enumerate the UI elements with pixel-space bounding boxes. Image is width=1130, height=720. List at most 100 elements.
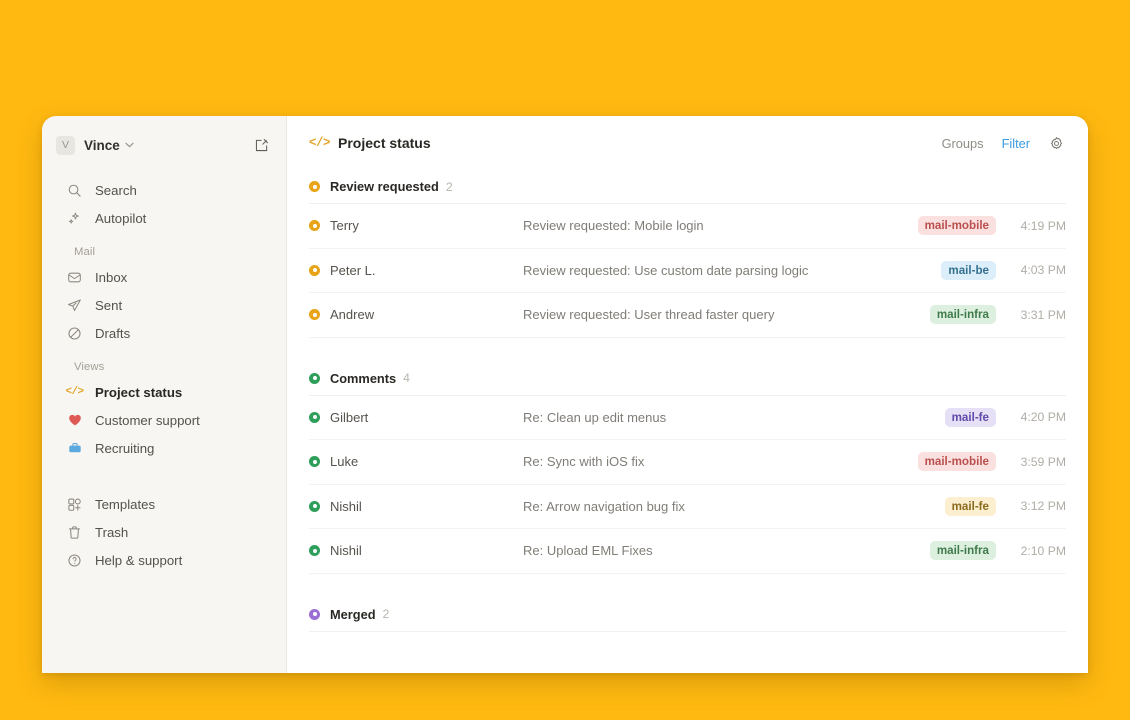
status-dot-icon [309,181,320,192]
avatar: V [56,136,75,155]
row-sender: Gilbert [330,410,523,425]
row-timestamp: 2:10 PM [1010,544,1066,558]
status-dot-icon [309,609,320,620]
templates-icon [66,496,83,513]
status-badge[interactable]: mail-fe [945,408,996,427]
group-header[interactable]: Review requested2 [309,170,1066,204]
status-dot-icon [309,412,320,423]
sidebar-item-project-status[interactable]: </> Project status [50,378,278,406]
briefcase-icon [66,440,83,457]
status-badge[interactable]: mail-be [941,261,996,280]
chevron-down-icon [125,142,134,148]
row-timestamp: 3:59 PM [1010,455,1066,469]
row-subject: Review requested: Use custom date parsin… [523,263,941,278]
row-timestamp: 3:12 PM [1010,499,1066,513]
row-subject: Re: Sync with iOS fix [523,454,918,469]
send-icon [66,297,83,314]
sidebar-item-label: Autopilot [95,211,146,226]
sidebar-item-autopilot[interactable]: Autopilot [50,204,278,232]
group-count: 4 [403,371,410,385]
status-dot-icon [309,309,320,320]
sidebar-item-label: Inbox [95,270,127,285]
message-group: Review requested2TerryReview requested: … [309,170,1066,338]
groups-button[interactable]: Groups [942,136,984,151]
group-header[interactable]: Comments 4 [309,362,1066,396]
sidebar-item-label: Drafts [95,326,130,341]
row-timestamp: 4:20 PM [1010,410,1066,424]
group-count: 2 [383,607,390,621]
row-subject: Re: Arrow navigation bug fix [523,499,945,514]
sidebar-item-label: Customer support [95,413,200,428]
table-row[interactable]: Peter L.Review requested: Use custom dat… [309,249,1066,294]
group-title: Merged [330,607,376,622]
header-actions: Groups Filter [942,135,1064,151]
row-timestamp: 4:19 PM [1010,219,1066,233]
group-spacer [309,338,1066,362]
sidebar-item-label: Sent [95,298,122,313]
sidebar-item-inbox[interactable]: Inbox [50,263,278,291]
sidebar-item-label: Recruiting [95,441,154,456]
app-window: V Vince Search [42,116,1088,673]
account-switcher[interactable]: V Vince [42,132,286,158]
table-row[interactable]: GilbertRe: Clean up edit menusmail-fe 4:2… [309,396,1066,441]
row-timestamp: 3:31 PM [1010,308,1066,322]
row-timestamp: 4:03 PM [1010,263,1066,277]
status-badge[interactable]: mail-mobile [918,452,996,471]
status-badge[interactable]: mail-infra [930,541,996,560]
sidebar-item-label: Project status [95,385,182,400]
row-subject: Re: Clean up edit menus [523,410,945,425]
status-dot-icon [309,456,320,467]
compose-icon[interactable] [252,136,270,154]
status-badge[interactable]: mail-mobile [918,216,996,235]
row-subject: Review requested: User thread faster que… [523,307,930,322]
sidebar-item-search[interactable]: Search [50,176,278,204]
status-dot-icon [309,545,320,556]
row-sender: Peter L. [330,263,523,278]
group-spacer [309,574,1066,598]
status-dot-icon [309,501,320,512]
page-title: Project status [338,135,431,151]
row-sender: Luke [330,454,523,469]
status-dot-icon [309,220,320,231]
group-header[interactable]: Merged 2 [309,598,1066,632]
sidebar-item-recruiting[interactable]: Recruiting [50,434,278,462]
sidebar-divider-gap-2 [42,476,286,490]
table-row[interactable]: AndrewReview requested: User thread fast… [309,293,1066,338]
sidebar-section-mail-title: Mail [58,246,286,258]
status-dot-icon [309,265,320,276]
table-row[interactable]: NishilRe: Arrow navigation bug fixmail-f… [309,485,1066,530]
code-brackets-icon: </> [66,384,83,401]
sidebar-item-help-support[interactable]: Help & support [50,546,278,574]
sidebar-item-templates[interactable]: Templates [50,490,278,518]
group-count: 2 [446,180,453,194]
row-subject: Re: Upload EML Fixes [523,543,930,558]
message-group: Merged 2 [309,598,1066,632]
drafts-icon [66,325,83,342]
gear-icon[interactable] [1048,135,1064,151]
table-row[interactable]: TerryReview requested: Mobile loginmail-… [309,204,1066,249]
sidebar-item-customer-support[interactable]: Customer support [50,406,278,434]
sidebar-item-label: Templates [95,497,155,512]
status-badge[interactable]: mail-fe [945,497,996,516]
help-circle-icon [66,552,83,569]
table-row[interactable]: NishilRe: Upload EML Fixesmail-infra2:10… [309,529,1066,574]
inbox-icon [66,269,83,286]
status-badge[interactable]: mail-infra [930,305,996,324]
table-row[interactable]: LukeRe: Sync with iOS fixmail-mobile 3:59… [309,440,1066,485]
sidebar-item-drafts[interactable]: Drafts [50,319,278,347]
sidebar-section-views-title: Views [58,361,286,373]
row-sender: Andrew [330,307,523,322]
trash-icon [66,524,83,541]
message-list[interactable]: Review requested2TerryReview requested: … [287,170,1088,673]
sidebar-item-label: Search [95,183,137,198]
sidebar-item-trash[interactable]: Trash [50,518,278,546]
filter-button[interactable]: Filter [1002,136,1030,151]
sparkle-icon [66,210,83,227]
main-panel: </> Project status Groups Filter Review … [287,116,1088,673]
sidebar-item-sent[interactable]: Sent [50,291,278,319]
row-subject: Review requested: Mobile login [523,218,918,233]
sidebar-item-label: Trash [95,525,128,540]
code-brackets-icon: </> [309,136,330,150]
group-title: Comments [330,371,396,386]
sidebar: V Vince Search [42,116,287,673]
